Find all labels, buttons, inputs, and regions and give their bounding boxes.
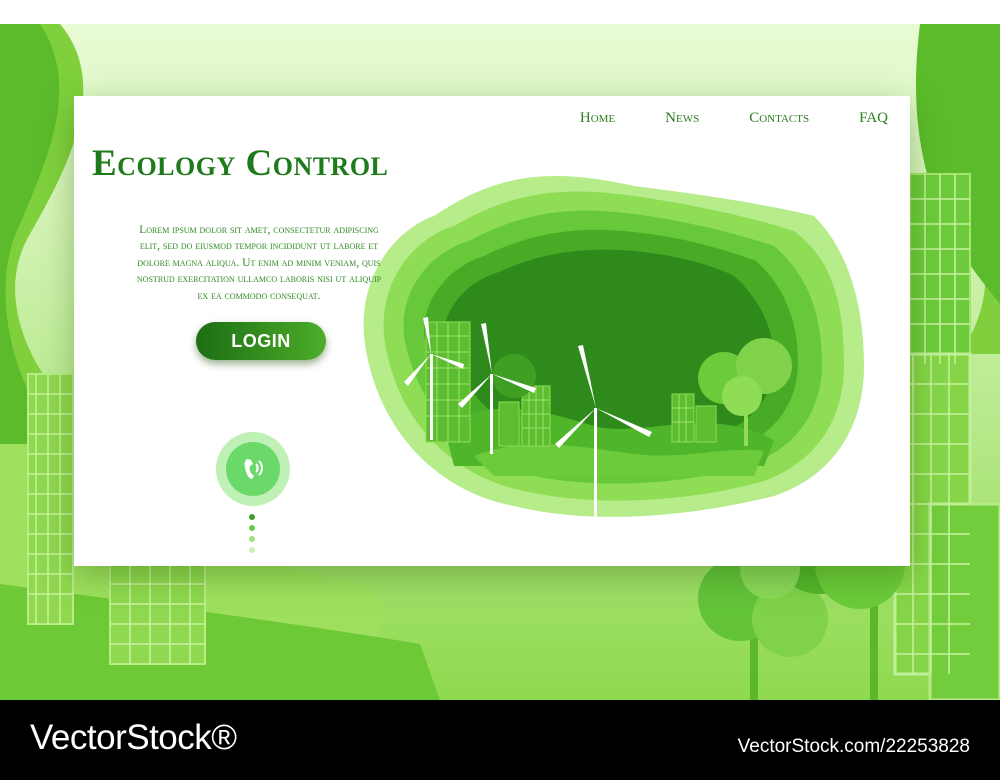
indicator-dot	[249, 525, 255, 531]
nav-faq[interactable]: FAQ	[859, 110, 888, 127]
phone-icon	[244, 459, 263, 479]
nav-news[interactable]: News	[665, 110, 699, 127]
watermark-brand: VectorStock®	[30, 718, 237, 757]
top-nav: Home News Contacts FAQ	[530, 110, 888, 127]
hero-description: Lorem ipsum dolor sit amet, consectetur …	[136, 223, 382, 302]
indicator-dot	[249, 547, 255, 553]
nav-home[interactable]: Home	[580, 110, 615, 127]
page-title: Ecology Control	[92, 143, 389, 184]
watermark-bar: VectorStock® VectorStock.com/22253828	[0, 700, 1000, 780]
indicator-dot	[249, 536, 255, 542]
watermark-id: VectorStock.com/22253828	[737, 736, 970, 757]
landing-card: Home News Contacts FAQ Ecology Control L…	[74, 96, 910, 566]
phone-contact-button[interactable]	[216, 432, 290, 506]
indicator-dot	[249, 514, 255, 520]
phone-icon-bg	[226, 442, 280, 496]
nav-contacts[interactable]: Contacts	[749, 110, 809, 127]
scroll-indicator	[249, 514, 257, 558]
login-button[interactable]: LOGIN	[196, 322, 326, 360]
